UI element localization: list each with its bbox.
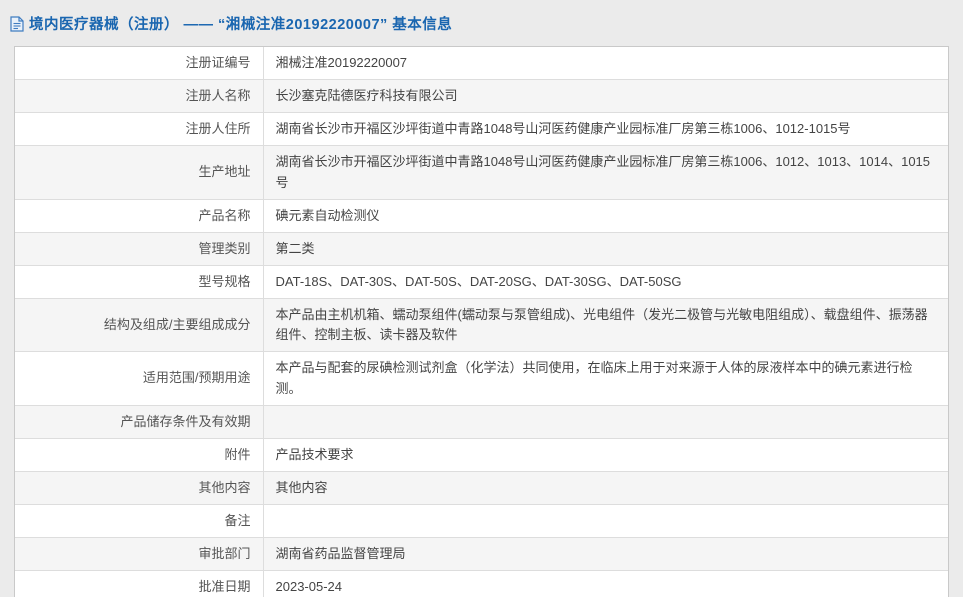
document-icon <box>10 16 24 32</box>
field-label: 适用范围/预期用途 <box>15 352 263 405</box>
field-value: 本产品与配套的尿碘检测试剂盒（化学法）共同使用，在临床上用于对来源于人体的尿液样… <box>263 352 948 405</box>
field-label: 审批部门 <box>15 538 263 571</box>
row-other-content: 其他内容 其他内容 <box>15 471 948 504</box>
field-label: 产品储存条件及有效期 <box>15 405 263 438</box>
page-header: 境内医疗器械（注册） —— “湘械注准20192220007” 基本信息 <box>0 0 963 44</box>
row-approval-date: 批准日期 2023-05-24 <box>15 571 948 597</box>
row-management-category: 管理类别 第二类 <box>15 232 948 265</box>
row-structure-composition: 结构及组成/主要组成成分 本产品由主机机箱、蠕动泵组件(蠕动泵与泵管组成)、光电… <box>15 299 948 352</box>
field-value: 产品技术要求 <box>263 438 948 471</box>
field-value: 碘元素自动检测仪 <box>263 199 948 232</box>
row-intended-use: 适用范围/预期用途 本产品与配套的尿碘检测试剂盒（化学法）共同使用，在临床上用于… <box>15 352 948 405</box>
row-product-name: 产品名称 碘元素自动检测仪 <box>15 199 948 232</box>
field-value: 其他内容 <box>263 471 948 504</box>
field-value: 湘械注准20192220007 <box>263 47 948 80</box>
row-remarks: 备注 <box>15 505 948 538</box>
field-label: 注册人住所 <box>15 113 263 146</box>
field-value: 湖南省长沙市开福区沙坪街道中青路1048号山河医药健康产业园标准厂房第三栋100… <box>263 113 948 146</box>
field-label: 生产地址 <box>15 146 263 199</box>
row-storage-conditions: 产品储存条件及有效期 <box>15 405 948 438</box>
field-value: 第二类 <box>263 232 948 265</box>
field-label: 其他内容 <box>15 471 263 504</box>
row-attachments: 附件 产品技术要求 <box>15 438 948 471</box>
field-label: 管理类别 <box>15 232 263 265</box>
field-label: 注册证编号 <box>15 47 263 80</box>
field-label: 备注 <box>15 505 263 538</box>
row-registrant-name: 注册人名称 长沙塞克陆德医疗科技有限公司 <box>15 80 948 113</box>
field-value <box>263 405 948 438</box>
field-label: 附件 <box>15 438 263 471</box>
field-value: DAT-18S、DAT-30S、DAT-50S、DAT-20SG、DAT-30S… <box>263 265 948 298</box>
field-label: 结构及组成/主要组成成分 <box>15 299 263 352</box>
field-value: 湖南省长沙市开福区沙坪街道中青路1048号山河医药健康产业园标准厂房第三栋100… <box>263 146 948 199</box>
field-label: 注册人名称 <box>15 80 263 113</box>
field-label: 型号规格 <box>15 265 263 298</box>
row-approval-department: 审批部门 湖南省药品监督管理局 <box>15 538 948 571</box>
row-registration-cert-number: 注册证编号 湘械注准20192220007 <box>15 47 948 80</box>
field-label: 批准日期 <box>15 571 263 597</box>
row-production-address: 生产地址 湖南省长沙市开福区沙坪街道中青路1048号山河医药健康产业园标准厂房第… <box>15 146 948 199</box>
field-value <box>263 505 948 538</box>
registration-info-table: 注册证编号 湘械注准20192220007 注册人名称 长沙塞克陆德医疗科技有限… <box>14 46 949 597</box>
row-registrant-address: 注册人住所 湖南省长沙市开福区沙坪街道中青路1048号山河医药健康产业园标准厂房… <box>15 113 948 146</box>
field-value: 本产品由主机机箱、蠕动泵组件(蠕动泵与泵管组成)、光电组件（发光二极管与光敏电阻… <box>263 299 948 352</box>
page-title: 境内医疗器械（注册） —— “湘械注准20192220007” 基本信息 <box>29 13 452 34</box>
row-model-specifications: 型号规格 DAT-18S、DAT-30S、DAT-50S、DAT-20SG、DA… <box>15 265 948 298</box>
field-value: 湖南省药品监督管理局 <box>263 538 948 571</box>
field-label: 产品名称 <box>15 199 263 232</box>
field-value: 2023-05-24 <box>263 571 948 597</box>
field-value: 长沙塞克陆德医疗科技有限公司 <box>263 80 948 113</box>
